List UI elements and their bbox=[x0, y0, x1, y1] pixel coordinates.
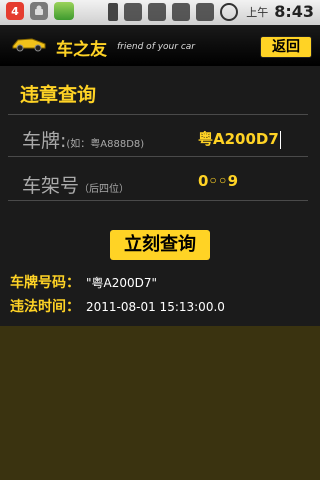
wifi-icon bbox=[172, 2, 191, 21]
battery-icon bbox=[196, 2, 215, 21]
result-plate-row: 车牌号码： "粤A200D7" bbox=[10, 272, 157, 292]
app-title: 车之友 bbox=[56, 40, 107, 60]
car-logo-icon bbox=[12, 38, 46, 52]
status-right: 上午 8:43 bbox=[108, 2, 314, 21]
divider bbox=[8, 200, 308, 201]
data-icon bbox=[124, 2, 143, 21]
query-button[interactable]: 立刻查询 bbox=[110, 230, 210, 260]
plate-label-text: 车牌: bbox=[22, 130, 67, 152]
plate-value: 粤A200D7 bbox=[198, 130, 279, 148]
time-ampm: 上午 bbox=[246, 5, 269, 19]
notification-badge: 4 bbox=[6, 2, 24, 20]
bottom-overlay bbox=[0, 326, 320, 480]
signal-icon bbox=[148, 2, 167, 21]
android-icon bbox=[30, 2, 48, 20]
bluetooth-icon bbox=[108, 2, 119, 21]
title-bar: 车之友 friend of your car 返回 bbox=[0, 25, 320, 65]
result-time-value: 2011-08-01 15:13:00.0 bbox=[86, 300, 225, 314]
plate-label: 车牌:(如：粤A888D8) bbox=[22, 126, 144, 153]
frame-input[interactable]: 0◦◦9 bbox=[198, 172, 238, 190]
back-button[interactable]: 返回 bbox=[260, 36, 312, 58]
frame-label-text: 车架号 bbox=[22, 175, 80, 197]
app-subtitle: friend of your car bbox=[117, 42, 195, 52]
divider bbox=[8, 114, 308, 115]
frame-hint: （后四位） bbox=[79, 184, 130, 195]
plate-hint: (如：粤A888D8) bbox=[66, 139, 145, 150]
section-title: 违章查询 bbox=[20, 84, 97, 106]
result-time-label: 违法时间： bbox=[10, 299, 80, 315]
frame-label: 车架号（后四位） bbox=[22, 171, 129, 198]
status-left: 4 bbox=[6, 2, 74, 20]
alarm-icon bbox=[220, 2, 239, 21]
status-time: 8:43 bbox=[274, 2, 314, 21]
result-time-row: 违法时间： 2011-08-01 15:13:00.0 bbox=[10, 296, 225, 316]
app-icon bbox=[54, 2, 74, 20]
result-plate-label: 车牌号码： bbox=[10, 275, 80, 291]
plate-input[interactable]: 粤A200D7 bbox=[198, 128, 281, 149]
divider bbox=[8, 156, 308, 157]
status-bar: 4 上午 8:43 bbox=[0, 0, 320, 25]
result-plate-value: "粤A200D7" bbox=[86, 276, 158, 290]
text-cursor bbox=[279, 130, 281, 149]
